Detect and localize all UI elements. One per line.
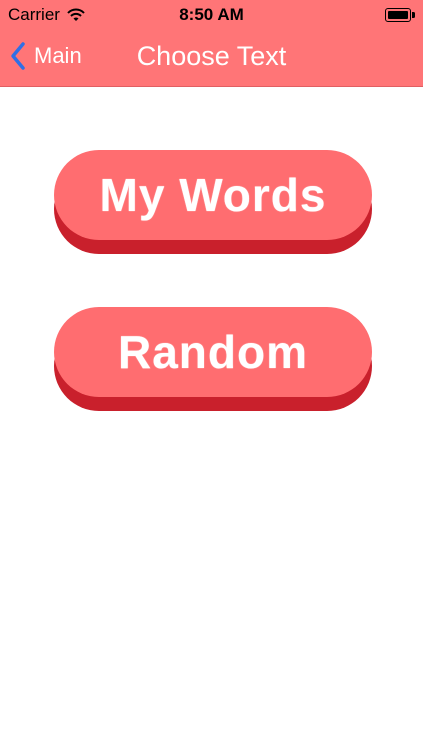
my-words-label: My Words (99, 169, 327, 221)
button-face: My Words (54, 150, 372, 240)
header: Carrier 8:50 AM Main Choose Text (0, 0, 423, 87)
battery-icon (385, 8, 415, 22)
my-words-button[interactable]: My Words (54, 150, 372, 254)
status-bar: Carrier 8:50 AM (0, 0, 423, 30)
random-button[interactable]: Random (54, 307, 372, 411)
status-time: 8:50 AM (179, 5, 244, 24)
random-label: Random (118, 326, 308, 378)
button-face: Random (54, 307, 372, 397)
page-title: Choose Text (136, 41, 287, 71)
nav-bar: Main Choose Text (0, 30, 423, 86)
